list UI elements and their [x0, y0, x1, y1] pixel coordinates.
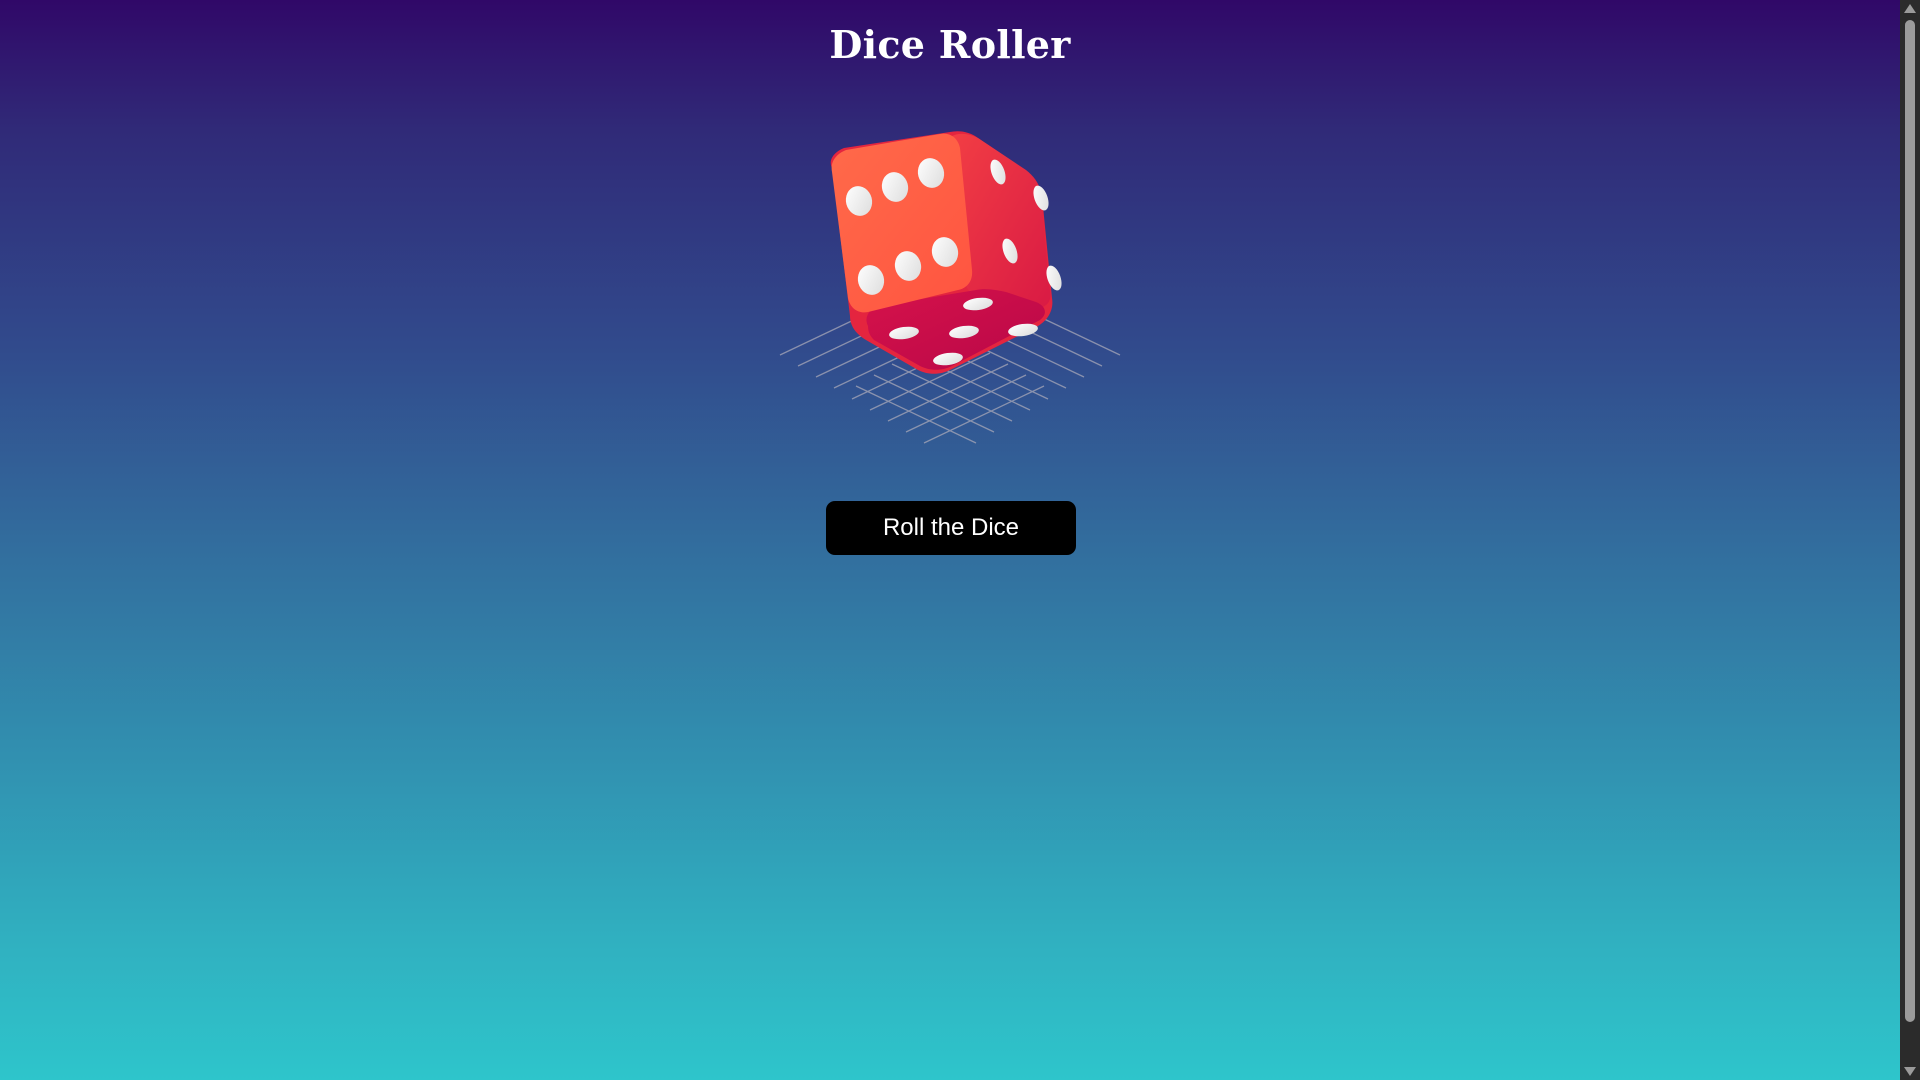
vertical-scrollbar[interactable] — [1900, 0, 1920, 1080]
dice-front-face — [831, 133, 973, 313]
scrollbar-thumb[interactable] — [1905, 20, 1915, 1022]
page-title: Dice Roller — [829, 22, 1071, 67]
roll-dice-button[interactable]: Roll the Dice — [826, 501, 1076, 555]
app-background: Dice Roller Roll the Dice — [0, 0, 1900, 1080]
scroll-up-icon[interactable] — [1900, 0, 1920, 18]
dice-icon — [779, 131, 1121, 444]
scroll-down-icon[interactable] — [1900, 1062, 1920, 1080]
